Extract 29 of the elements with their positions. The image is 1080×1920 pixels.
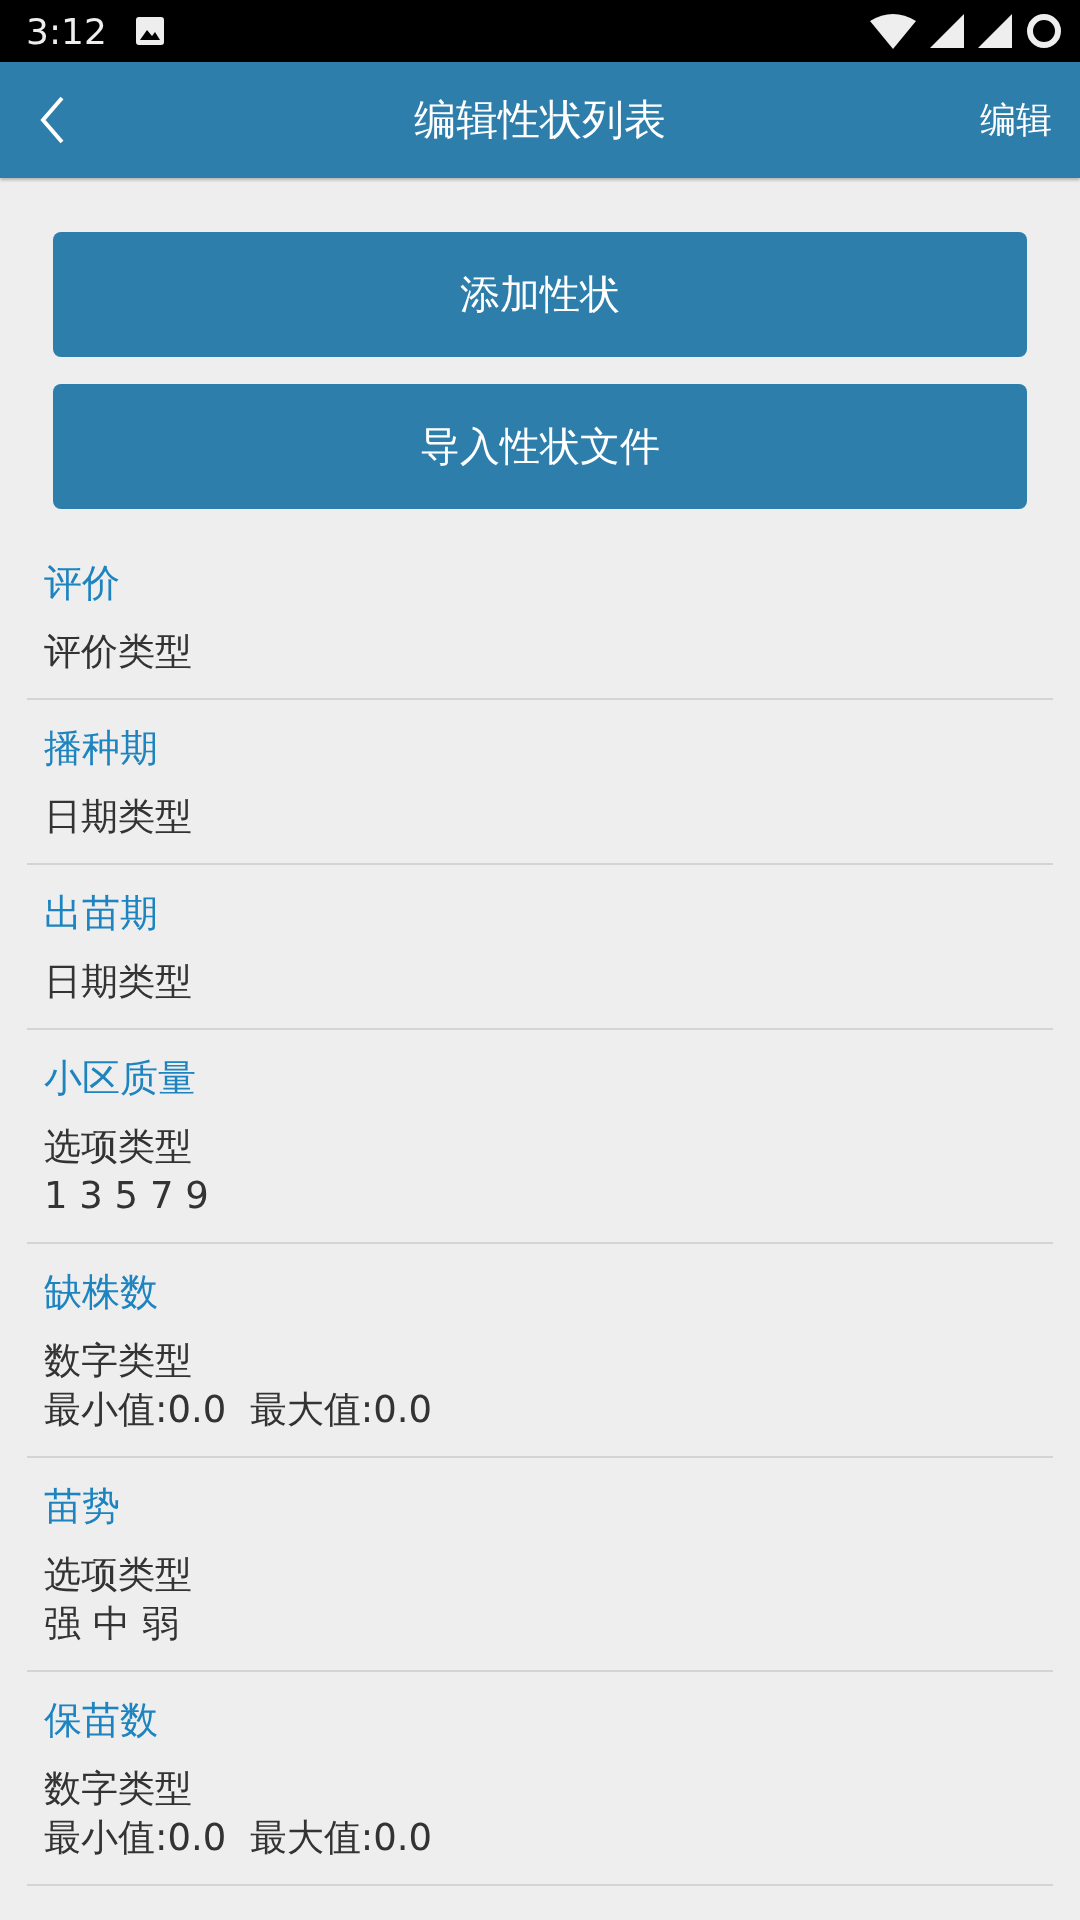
signal-icon — [930, 14, 964, 48]
back-icon[interactable] — [38, 95, 66, 145]
trait-name[interactable]: 播种期 — [44, 722, 1036, 774]
trait-type: 评价类型 — [44, 629, 193, 675]
trait-name[interactable]: 苗势 — [44, 1480, 1036, 1532]
trait-type: 日期类型 — [44, 959, 193, 1005]
trait-detail: 1 3 5 7 9 — [44, 1173, 210, 1219]
screen-title: 编辑性状列表 — [413, 94, 667, 146]
edit-link[interactable]: 编辑 — [980, 95, 1052, 145]
trait-type: 选项类型 — [44, 1552, 193, 1598]
action-button[interactable]: 添加性状 — [53, 232, 1027, 357]
trait-detail: 最小值:0.0 最大值:0.0 — [44, 1815, 434, 1861]
trait-detail: 强 中 弱 — [44, 1601, 180, 1647]
signal-icon — [978, 14, 1012, 48]
trait-name[interactable]: 缺株数 — [44, 1266, 1036, 1318]
trait-type: 数字类型 — [44, 1338, 193, 1384]
battery-ring-icon — [1026, 13, 1062, 49]
trait-detail: 最小值:0.0 最大值:0.0 — [44, 1387, 434, 1433]
action-button[interactable]: 导入性状文件 — [53, 384, 1027, 509]
wifi-icon — [870, 13, 916, 49]
trait-name[interactable]: 小区质量 — [44, 1052, 1036, 1104]
trait-type: 数字类型 — [44, 1766, 193, 1812]
trait-type: 日期类型 — [44, 794, 193, 840]
trait-name[interactable]: 出苗期 — [44, 887, 1036, 939]
clock-time: 3:12 — [26, 10, 107, 52]
trait-name[interactable]: 保苗数 — [44, 1694, 1036, 1746]
image-icon — [134, 16, 165, 46]
trait-name[interactable]: 评价 — [44, 557, 1036, 609]
trait-type: 选项类型 — [44, 1124, 193, 1170]
